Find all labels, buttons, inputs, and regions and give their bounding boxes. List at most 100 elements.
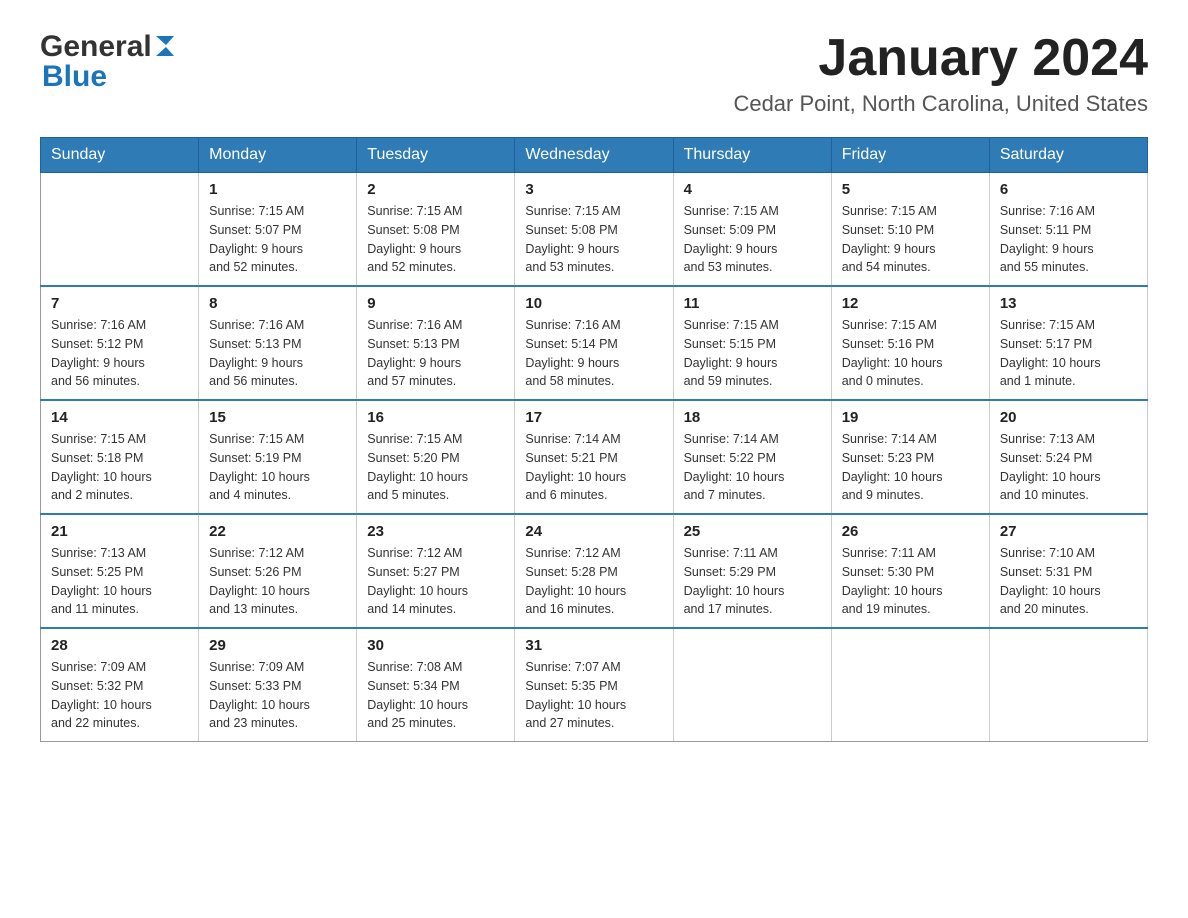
day-number: 20 <box>1000 409 1137 426</box>
title-section: January 2024 Cedar Point, North Carolina… <box>733 30 1148 117</box>
logo-flag-icon <box>154 34 176 56</box>
day-info: Sunrise: 7:15 AMSunset: 5:08 PMDaylight:… <box>525 202 662 277</box>
calendar-day-header: Friday <box>831 138 989 173</box>
day-number: 7 <box>51 295 188 312</box>
day-info: Sunrise: 7:16 AMSunset: 5:13 PMDaylight:… <box>367 316 504 391</box>
calendar-day-cell: 4 Sunrise: 7:15 AMSunset: 5:09 PMDaylight… <box>673 173 831 287</box>
calendar-day-cell <box>831 628 989 742</box>
day-number: 15 <box>209 409 346 426</box>
day-number: 16 <box>367 409 504 426</box>
calendar-day-cell: 26 Sunrise: 7:11 AMSunset: 5:30 PMDayligh… <box>831 514 989 628</box>
day-number: 24 <box>525 523 662 540</box>
day-number: 25 <box>684 523 821 540</box>
day-info: Sunrise: 7:11 AMSunset: 5:30 PMDaylight:… <box>842 544 979 619</box>
calendar-day-cell <box>673 628 831 742</box>
location-subtitle: Cedar Point, North Carolina, United Stat… <box>733 91 1148 117</box>
day-number: 8 <box>209 295 346 312</box>
calendar-day-cell: 15 Sunrise: 7:15 AMSunset: 5:19 PMDayligh… <box>199 400 357 514</box>
page-header: General Blue January 2024 Cedar Point, N… <box>40 30 1148 117</box>
day-info: Sunrise: 7:12 AMSunset: 5:28 PMDaylight:… <box>525 544 662 619</box>
day-info: Sunrise: 7:15 AMSunset: 5:10 PMDaylight:… <box>842 202 979 277</box>
day-number: 31 <box>525 637 662 654</box>
day-number: 4 <box>684 181 821 198</box>
calendar-day-cell <box>41 173 199 287</box>
day-info: Sunrise: 7:16 AMSunset: 5:13 PMDaylight:… <box>209 316 346 391</box>
calendar-day-cell: 2 Sunrise: 7:15 AMSunset: 5:08 PMDaylight… <box>357 173 515 287</box>
day-number: 30 <box>367 637 504 654</box>
calendar-day-cell: 5 Sunrise: 7:15 AMSunset: 5:10 PMDaylight… <box>831 173 989 287</box>
day-number: 18 <box>684 409 821 426</box>
day-number: 10 <box>525 295 662 312</box>
day-number: 22 <box>209 523 346 540</box>
day-number: 9 <box>367 295 504 312</box>
day-info: Sunrise: 7:08 AMSunset: 5:34 PMDaylight:… <box>367 658 504 733</box>
calendar-day-cell: 27 Sunrise: 7:10 AMSunset: 5:31 PMDayligh… <box>989 514 1147 628</box>
day-info: Sunrise: 7:13 AMSunset: 5:25 PMDaylight:… <box>51 544 188 619</box>
calendar-day-cell: 14 Sunrise: 7:15 AMSunset: 5:18 PMDayligh… <box>41 400 199 514</box>
day-info: Sunrise: 7:14 AMSunset: 5:21 PMDaylight:… <box>525 430 662 505</box>
calendar-day-cell: 28 Sunrise: 7:09 AMSunset: 5:32 PMDayligh… <box>41 628 199 742</box>
day-info: Sunrise: 7:09 AMSunset: 5:32 PMDaylight:… <box>51 658 188 733</box>
day-number: 27 <box>1000 523 1137 540</box>
day-number: 13 <box>1000 295 1137 312</box>
day-number: 14 <box>51 409 188 426</box>
day-number: 26 <box>842 523 979 540</box>
day-info: Sunrise: 7:11 AMSunset: 5:29 PMDaylight:… <box>684 544 821 619</box>
day-info: Sunrise: 7:15 AMSunset: 5:17 PMDaylight:… <box>1000 316 1137 391</box>
day-number: 12 <box>842 295 979 312</box>
day-info: Sunrise: 7:15 AMSunset: 5:07 PMDaylight:… <box>209 202 346 277</box>
calendar-day-header: Sunday <box>41 138 199 173</box>
logo-general-text: General <box>40 30 152 64</box>
day-info: Sunrise: 7:15 AMSunset: 5:08 PMDaylight:… <box>367 202 504 277</box>
day-info: Sunrise: 7:12 AMSunset: 5:27 PMDaylight:… <box>367 544 504 619</box>
day-info: Sunrise: 7:13 AMSunset: 5:24 PMDaylight:… <box>1000 430 1137 505</box>
calendar-day-cell <box>989 628 1147 742</box>
calendar-day-cell: 11 Sunrise: 7:15 AMSunset: 5:15 PMDayligh… <box>673 286 831 400</box>
day-number: 17 <box>525 409 662 426</box>
day-info: Sunrise: 7:15 AMSunset: 5:19 PMDaylight:… <box>209 430 346 505</box>
calendar-day-cell: 12Sunrise: 7:15 AMSunset: 5:16 PMDayligh… <box>831 286 989 400</box>
day-number: 28 <box>51 637 188 654</box>
calendar-day-cell: 29 Sunrise: 7:09 AMSunset: 5:33 PMDayligh… <box>199 628 357 742</box>
calendar-week-row: 28 Sunrise: 7:09 AMSunset: 5:32 PMDayligh… <box>41 628 1148 742</box>
day-info: Sunrise: 7:16 AMSunset: 5:12 PMDaylight:… <box>51 316 188 391</box>
calendar-day-cell: 3 Sunrise: 7:15 AMSunset: 5:08 PMDaylight… <box>515 173 673 287</box>
day-info: Sunrise: 7:09 AMSunset: 5:33 PMDaylight:… <box>209 658 346 733</box>
calendar-week-row: 7 Sunrise: 7:16 AMSunset: 5:12 PMDaylight… <box>41 286 1148 400</box>
day-info: Sunrise: 7:15 AMSunset: 5:15 PMDaylight:… <box>684 316 821 391</box>
day-number: 5 <box>842 181 979 198</box>
calendar-day-cell: 25 Sunrise: 7:11 AMSunset: 5:29 PMDayligh… <box>673 514 831 628</box>
calendar-day-cell: 10 Sunrise: 7:16 AMSunset: 5:14 PMDayligh… <box>515 286 673 400</box>
day-info: Sunrise: 7:15 AMSunset: 5:09 PMDaylight:… <box>684 202 821 277</box>
day-number: 11 <box>684 295 821 312</box>
day-number: 2 <box>367 181 504 198</box>
day-number: 29 <box>209 637 346 654</box>
calendar-day-header: Saturday <box>989 138 1147 173</box>
day-info: Sunrise: 7:15 AMSunset: 5:20 PMDaylight:… <box>367 430 504 505</box>
calendar-day-header: Tuesday <box>357 138 515 173</box>
calendar-week-row: 21Sunrise: 7:13 AMSunset: 5:25 PMDayligh… <box>41 514 1148 628</box>
calendar-day-cell: 16 Sunrise: 7:15 AMSunset: 5:20 PMDayligh… <box>357 400 515 514</box>
calendar-day-cell: 22Sunrise: 7:12 AMSunset: 5:26 PMDayligh… <box>199 514 357 628</box>
day-number: 6 <box>1000 181 1137 198</box>
calendar-day-header: Wednesday <box>515 138 673 173</box>
calendar-day-cell: 6 Sunrise: 7:16 AMSunset: 5:11 PMDaylight… <box>989 173 1147 287</box>
day-number: 19 <box>842 409 979 426</box>
day-number: 23 <box>367 523 504 540</box>
calendar-day-cell: 8 Sunrise: 7:16 AMSunset: 5:13 PMDaylight… <box>199 286 357 400</box>
calendar-day-header: Monday <box>199 138 357 173</box>
day-info: Sunrise: 7:10 AMSunset: 5:31 PMDaylight:… <box>1000 544 1137 619</box>
calendar-day-cell: 23 Sunrise: 7:12 AMSunset: 5:27 PMDayligh… <box>357 514 515 628</box>
day-info: Sunrise: 7:16 AMSunset: 5:11 PMDaylight:… <box>1000 202 1137 277</box>
calendar-table: SundayMondayTuesdayWednesdayThursdayFrid… <box>40 137 1148 742</box>
calendar-week-row: 14 Sunrise: 7:15 AMSunset: 5:18 PMDayligh… <box>41 400 1148 514</box>
day-info: Sunrise: 7:15 AMSunset: 5:18 PMDaylight:… <box>51 430 188 505</box>
day-number: 1 <box>209 181 346 198</box>
logo: General Blue <box>40 30 176 94</box>
calendar-day-cell: 24 Sunrise: 7:12 AMSunset: 5:28 PMDayligh… <box>515 514 673 628</box>
day-number: 3 <box>525 181 662 198</box>
day-info: Sunrise: 7:16 AMSunset: 5:14 PMDaylight:… <box>525 316 662 391</box>
calendar-day-cell: 31 Sunrise: 7:07 AMSunset: 5:35 PMDayligh… <box>515 628 673 742</box>
calendar-day-cell: 13 Sunrise: 7:15 AMSunset: 5:17 PMDayligh… <box>989 286 1147 400</box>
day-info: Sunrise: 7:07 AMSunset: 5:35 PMDaylight:… <box>525 658 662 733</box>
